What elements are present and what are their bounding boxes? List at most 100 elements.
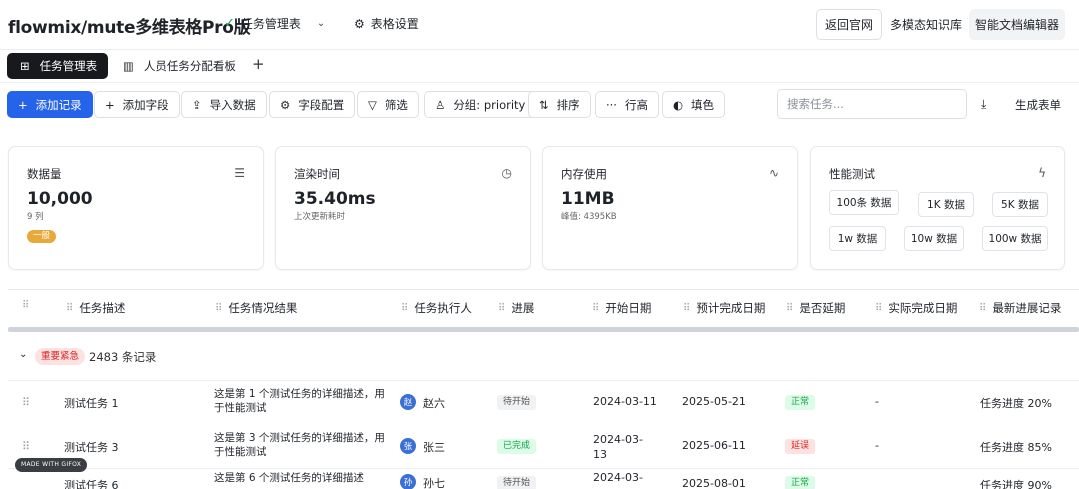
tab-people-board[interactable]: ▥ 人员任务分配看板 [118,53,236,79]
grid-icon: ⊞ [20,59,30,73]
column-header-label: 进展 [511,301,535,315]
perf-1k-button[interactable]: 1K 数据 [918,192,974,217]
progress-cell: 任务进度 20% [980,397,1052,410]
drag-handle-icon: ⠿ [683,302,690,314]
table-settings-label: 表格设置 [370,17,419,31]
task-result-cell: 这是第 1 个测试任务的详细描述，用于性能测试 [214,388,385,414]
filter-label: 筛选 [384,97,408,112]
avatar: 赵 [400,394,416,410]
progress-cell: 任务进度 90% [980,479,1052,489]
table-settings-button[interactable]: ⚙ 表格设置 [354,15,419,32]
card-title: 数据量 [27,167,62,181]
due-date-cell: 2025-06-11 [682,439,746,452]
card-title: 内存使用 [561,167,607,181]
status-badge: 待开始 [497,395,537,410]
task-name-cell: 测试任务 6 [64,479,119,489]
column-header[interactable]: ⠿ 是否延期 [786,300,845,316]
field-config-button[interactable]: ⚙ 字段配置 [269,91,356,118]
column-header-label: 预计完成日期 [696,301,766,315]
start-date-cell: 2024-03-13 [593,433,643,461]
drag-handle-icon[interactable]: ⠿ [22,396,30,409]
status-badge: 待开始 [497,476,537,489]
task-result-cell: 这是第 3 个测试任务的详细描述，用于性能测试 [214,432,385,458]
download-icon[interactable]: ⤓ [981,97,986,112]
knowledge-base-button[interactable]: 多模态知识库 [888,9,964,40]
row-height-label: 行高 [624,97,648,112]
perf-10w-button[interactable]: 10w 数据 [904,226,964,251]
due-date-cell: 2025-08-01 [682,477,746,489]
priority-tag: 重要紧急 [35,348,86,365]
perf-1w-button[interactable]: 1w 数据 [829,226,886,251]
tab-people-board-label: 人员任务分配看板 [143,59,236,73]
import-data-button[interactable]: ⇪ 导入数据 [181,91,267,118]
perf-100w-button[interactable]: 100w 数据 [982,226,1048,251]
group-button[interactable]: ♙ 分组: priority [424,91,537,118]
avatar: 张 [400,438,416,454]
column-header-label: 是否延期 [799,301,846,315]
table-row[interactable]: ⠿ 测试任务 1 这是第 1 个测试任务的详细描述，用于性能测试 赵 赵六 待开… [8,381,1079,425]
user-icon: ♙ [435,97,446,112]
import-data-label: 导入数据 [209,97,256,112]
column-header-label: 任务执行人 [414,301,472,315]
status-badge: 已完成 [497,439,537,454]
sort-button[interactable]: ⇅ 排序 [528,91,591,118]
drag-handle-icon: ⠿ [401,302,408,314]
column-header[interactable]: ⠿ 进展 [498,300,534,316]
column-header[interactable]: ⠿ 最新进展记录 [979,300,1061,316]
group-record-count: 2483 条记录 [89,350,157,364]
assignee-cell: 孙七 [423,477,445,489]
column-header-label: 任务描述 [79,301,126,315]
horizontal-scrollbar[interactable] [8,327,1079,332]
table-row[interactable]: 测试任务 6 这是第 6 个测试任务的详细描述 孙 孙七 待开始 2024-03… [8,469,1079,489]
tab-task-table[interactable]: ⊞ 任务管理表 [7,53,108,79]
perf-test-card: 性能测试 ϟ 100条 数据 1K 数据 5K 数据 1w 数据 10w 数据 … [810,146,1065,270]
field-config-label: 字段配置 [298,97,345,112]
add-tab-button[interactable]: + [252,55,265,73]
pulse-icon: ∿ [768,166,779,180]
add-field-label: 添加字段 [122,97,169,112]
filter-button[interactable]: ▽ 筛选 [357,91,419,118]
sort-label: 排序 [556,97,580,112]
gear-icon: ⚙ [280,97,291,112]
row-handle-header[interactable]: ⠿ [22,300,29,311]
assignee-cell: 张三 [423,441,445,454]
bar-chart-icon: ▥ [123,59,134,73]
column-header[interactable]: ⠿ 任务执行人 [401,300,472,316]
collapse-caret-icon[interactable]: ⌄ [19,349,27,360]
sheet-selector[interactable]: ✓ 任务管理表 ⌄ [224,15,325,32]
column-header-label: 开始日期 [605,301,652,315]
app-title: flowmix/mute多维表格Pro版 [8,18,251,38]
search-input[interactable] [777,89,967,119]
gear-icon: ⚙ [354,16,365,31]
more-icon: ··· [606,97,617,112]
add-field-button[interactable]: + 添加字段 [94,91,180,118]
generate-form-button[interactable]: 生成表单 [1015,97,1061,113]
column-header[interactable]: ⠿ 实际完成日期 [875,300,957,316]
drag-handle-icon: ⠿ [786,302,793,314]
tab-task-table-label: 任务管理表 [39,59,98,73]
column-header[interactable]: ⠿ 预计完成日期 [683,300,765,316]
start-date-cell: 2024-03-11 [593,395,657,408]
start-date-cell: 2024-03- [593,471,643,484]
column-header[interactable]: ⠿ 任务情况结果 [215,300,297,316]
drag-handle-icon[interactable]: ⠿ [22,440,30,453]
column-header[interactable]: ⠿ 开始日期 [592,300,651,316]
table-row[interactable]: ⠿ 测试任务 3 这是第 3 个测试任务的详细描述，用于性能测试 张 张三 已完… [8,425,1079,469]
card-title: 性能测试 [829,167,875,181]
status-badge: 一般 [27,230,57,243]
upload-icon: ⇪ [192,97,202,112]
memory-usage-card: 内存使用 ∿ 11MB 峰值: 4395KB [542,146,798,270]
delay-badge: 正常 [785,395,816,410]
doc-editor-button[interactable]: 智能文档编辑器 [969,9,1065,40]
fill-color-button[interactable]: ◐ 填色 [662,91,726,118]
render-time-card: 渲染时间 ◷ 35.40ms 上次更新耗时 [275,146,531,270]
column-header[interactable]: ⠿ 任务描述 [66,300,125,316]
avatar: 孙 [400,474,416,489]
sheet-selector-label: 任务管理表 [240,17,301,31]
add-record-button[interactable]: + 添加记录 [7,91,93,118]
perf-100-button[interactable]: 100条 数据 [829,190,899,215]
actual-date-cell: - [875,395,879,408]
back-to-site-button[interactable]: 返回官网 [816,9,882,40]
perf-5k-button[interactable]: 5K 数据 [992,192,1048,217]
row-height-button[interactable]: ··· 行高 [595,91,659,118]
